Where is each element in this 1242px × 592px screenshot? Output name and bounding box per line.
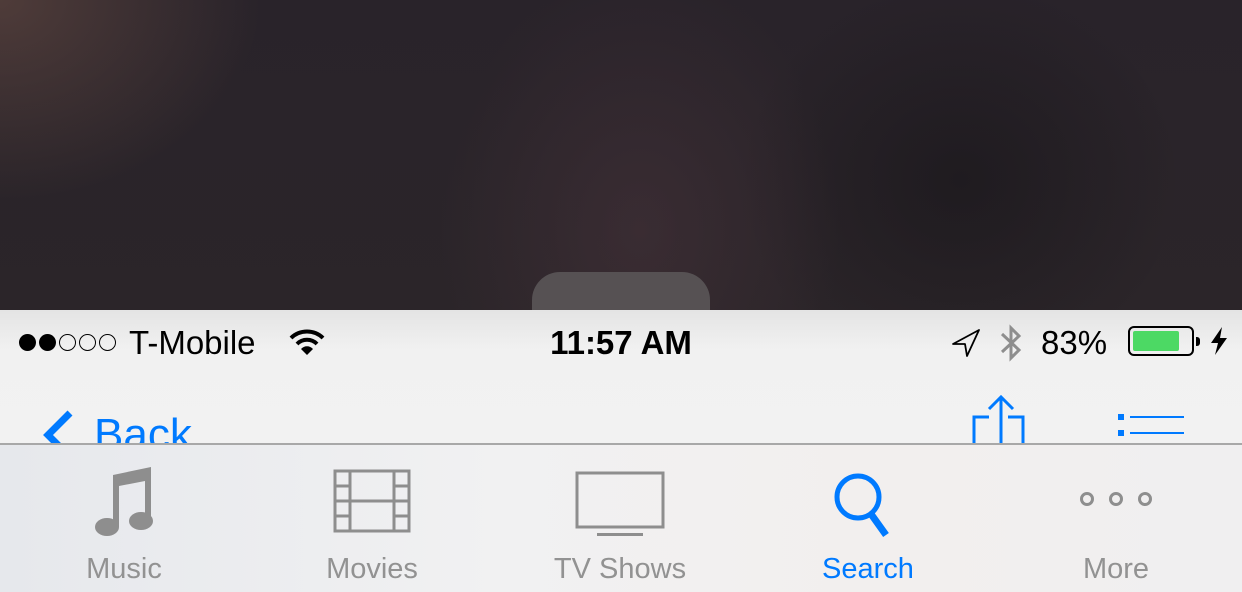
navigation-bar: Back [0,374,1242,443]
tab-bar: Music Movies TV Shows Search More [0,443,1242,592]
blurred-background [0,0,1242,310]
music-note-icon [95,467,153,536]
app-screen: T-Mobile 11:57 AM 83% Back Music Movies … [0,310,1242,592]
tab-search[interactable]: Search [744,445,992,592]
tab-music[interactable]: Music [0,445,248,592]
tab-label: More [1082,553,1150,585]
tab-tv-shows[interactable]: TV Shows [496,445,744,592]
battery-tip [1196,337,1200,346]
chevron-left-icon[interactable] [36,409,76,443]
more-dots-icon [1080,492,1152,506]
film-strip-icon [333,469,411,533]
location-arrow-icon [952,329,980,357]
battery-icon [1128,326,1194,356]
bluetooth-icon [1000,324,1022,362]
list-icon[interactable] [1116,410,1186,443]
status-bar: T-Mobile 11:57 AM 83% [0,310,1242,374]
tab-movies[interactable]: Movies [248,445,496,592]
search-icon [834,473,889,538]
tab-label: Music [86,553,162,585]
tab-more[interactable]: More [992,445,1240,592]
battery-level-fill [1133,331,1180,351]
tab-label: TV Shows [553,553,687,585]
tab-label: Movies [326,553,418,585]
tab-label: Search [822,553,914,585]
back-button[interactable]: Back [94,410,192,443]
battery-percentage: 83% [1041,324,1108,361]
charging-bolt-icon [1211,327,1227,355]
tv-icon [575,471,665,536]
share-icon[interactable] [968,389,1034,443]
